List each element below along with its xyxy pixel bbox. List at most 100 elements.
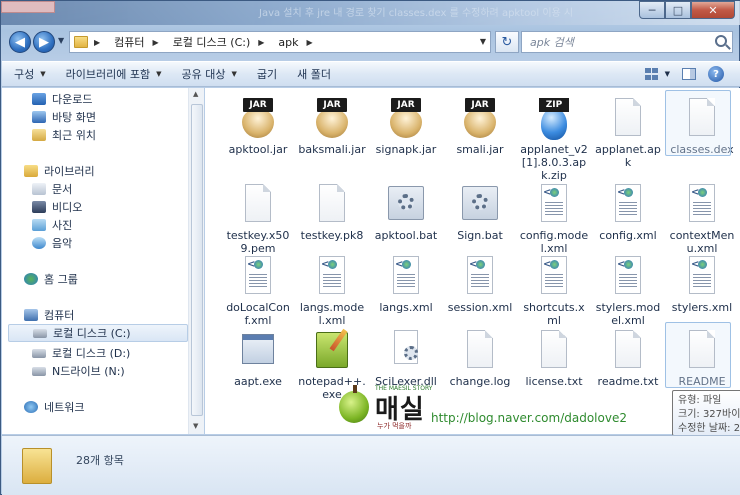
- breadcrumb-label: 컴퓨터: [114, 36, 145, 49]
- file-item[interactable]: < doLocalConf.xml: [223, 254, 293, 327]
- chevron-down-icon: ▼: [156, 70, 162, 78]
- file-name: stylers.model.xml: [595, 301, 661, 327]
- nav-item-drive-d[interactable]: 로컬 디스크 (D:): [32, 344, 130, 362]
- nav-item-videos[interactable]: 비디오: [32, 198, 82, 216]
- breadcrumb-drive-c[interactable]: 로컬 디스크 (C:): [173, 34, 251, 50]
- breadcrumb-root[interactable]: ▶: [94, 38, 106, 47]
- file-item[interactable]: < langs.model.xml: [297, 254, 367, 327]
- file-item[interactable]: < shortcuts.xml: [519, 254, 589, 327]
- nav-item-documents[interactable]: 문서: [32, 180, 72, 198]
- navigation-pane: 다운로드 바탕 화면 최근 위치 라이브러리 문서 비디오 사진 음악 홈 그룹…: [2, 88, 204, 434]
- jar-file-icon: JAR: [456, 96, 504, 140]
- item-count: 28개 항목: [76, 454, 124, 467]
- refresh-button[interactable]: ↻: [495, 31, 519, 53]
- organize-menu[interactable]: 구성 ▼: [14, 66, 46, 82]
- new-folder-button[interactable]: 새 폴더: [297, 66, 331, 82]
- file-name: smali.jar: [456, 143, 504, 156]
- file-item[interactable]: applanet.apk: [593, 96, 663, 169]
- breadcrumb-separator[interactable]: ▶: [258, 38, 270, 47]
- file-name: apktool.jar: [228, 143, 288, 156]
- jar-file-icon: JAR: [382, 96, 430, 140]
- breadcrumb-separator[interactable]: ▶: [153, 38, 165, 47]
- local-disk-icon: [33, 328, 47, 338]
- nav-item-recent[interactable]: 최근 위치: [32, 126, 96, 144]
- file-item[interactable]: < contextMenu.xml: [667, 182, 737, 255]
- breadcrumb-separator[interactable]: ▶: [307, 38, 319, 47]
- nav-item-drive-n[interactable]: N드라이브 (N:): [32, 362, 125, 380]
- file-item[interactable]: testkey.pk8: [297, 182, 367, 242]
- nav-item-libraries[interactable]: 라이브러리: [24, 162, 95, 180]
- preview-pane-icon[interactable]: [682, 68, 696, 80]
- file-item[interactable]: license.txt: [519, 328, 589, 388]
- scrollbar-thumb[interactable]: [191, 104, 203, 416]
- nav-item-homegroup[interactable]: 홈 그룹: [24, 270, 78, 288]
- minimize-button[interactable]: ─: [639, 1, 665, 19]
- file-item[interactable]: ZIP applanet_v2[1].8.0.3.apk.zip: [519, 96, 589, 182]
- file-item[interactable]: Sign.bat: [445, 182, 515, 242]
- address-bar[interactable]: ▶ 컴퓨터 ▶ 로컬 디스크 (C:) ▶ apk ▶ ▼: [69, 31, 491, 53]
- breadcrumb-label: 로컬 디스크 (C:): [172, 36, 251, 49]
- nav-item-downloads[interactable]: 다운로드: [32, 90, 92, 108]
- nav-item-network[interactable]: 네트워크: [24, 398, 84, 416]
- nav-item-desktop[interactable]: 바탕 화면: [32, 108, 96, 126]
- view-options-icon[interactable]: [644, 68, 659, 80]
- file-item[interactable]: classes.dex: [665, 90, 737, 156]
- nav-item-drive-c[interactable]: 로컬 디스크 (C:): [8, 324, 188, 342]
- include-library-menu[interactable]: 라이브러리에 포함 ▼: [66, 66, 162, 82]
- file-item[interactable]: JAR smali.jar: [445, 96, 515, 156]
- xml-file-icon: <: [530, 182, 578, 226]
- file-name: langs.model.xml: [299, 301, 365, 327]
- file-item[interactable]: aapt.exe: [223, 328, 293, 388]
- file-item[interactable]: change.log: [445, 328, 515, 388]
- file-item[interactable]: JAR baksmali.jar: [297, 96, 367, 156]
- apple-logo-icon: [339, 385, 369, 423]
- file-name: langs.xml: [379, 301, 433, 314]
- nav-item-pictures[interactable]: 사진: [32, 216, 72, 234]
- file-item[interactable]: JAR signapk.jar: [371, 96, 441, 156]
- nav-label: 로컬 디스크 (C:): [53, 327, 131, 340]
- nav-item-music[interactable]: 음악: [32, 234, 72, 252]
- breadcrumb-apk[interactable]: apk: [278, 36, 298, 49]
- close-button[interactable]: ✕: [691, 1, 735, 19]
- file-item[interactable]: testkey.x509.pem: [223, 182, 293, 255]
- file-item[interactable]: readme.txt: [593, 328, 663, 388]
- file-item[interactable]: < config.xml: [593, 182, 663, 242]
- scroll-down-icon[interactable]: ▼: [193, 422, 198, 430]
- file-name: apktool.bat: [374, 229, 438, 242]
- search-input[interactable]: apk 검색: [521, 31, 733, 53]
- breadcrumb-computer[interactable]: 컴퓨터: [114, 34, 144, 50]
- maximize-button[interactable]: □: [665, 1, 691, 19]
- file-item[interactable]: JAR apktool.jar: [223, 96, 293, 156]
- desktop-icon: [32, 111, 46, 123]
- nav-scrollbar[interactable]: ▲ ▼: [188, 88, 204, 434]
- nav-label: 컴퓨터: [44, 309, 75, 322]
- address-history-dropdown[interactable]: ▼: [480, 37, 486, 46]
- file-name: config.model.xml: [519, 229, 589, 255]
- file-item[interactable]: apktool.bat: [371, 182, 441, 242]
- recent-pages-dropdown[interactable]: ▼: [58, 36, 64, 45]
- file-name: signapk.jar: [375, 143, 437, 156]
- burn-button[interactable]: 굽기: [257, 66, 277, 82]
- forward-button[interactable]: ▶: [33, 31, 55, 53]
- help-icon[interactable]: ?: [708, 66, 724, 82]
- videos-icon: [32, 201, 46, 213]
- file-item[interactable]: < config.model.xml: [519, 182, 589, 255]
- back-button[interactable]: ◀: [9, 31, 31, 53]
- file-item[interactable]: SciLexer.dll: [371, 328, 441, 388]
- file-item[interactable]: README: [665, 322, 737, 388]
- file-item[interactable]: < stylers.model.xml: [593, 254, 663, 327]
- generic-file-icon: [678, 328, 726, 372]
- file-name: config.xml: [599, 229, 657, 242]
- chevron-down-icon: ▼: [231, 70, 237, 78]
- file-item[interactable]: < session.xml: [445, 254, 515, 314]
- search-icon[interactable]: [715, 35, 727, 47]
- file-name: applanet.apk: [595, 143, 661, 169]
- nav-item-computer[interactable]: 컴퓨터: [24, 306, 74, 324]
- share-menu[interactable]: 공유 대상 ▼: [182, 66, 237, 82]
- chevron-down-icon[interactable]: ▼: [665, 70, 670, 78]
- tooltip-type: 유형: 파일: [678, 395, 722, 406]
- scroll-up-icon[interactable]: ▲: [193, 90, 198, 98]
- file-item[interactable]: < stylers.xml: [667, 254, 737, 314]
- file-item[interactable]: < langs.xml: [371, 254, 441, 314]
- chevron-right-icon: ▶: [306, 37, 313, 47]
